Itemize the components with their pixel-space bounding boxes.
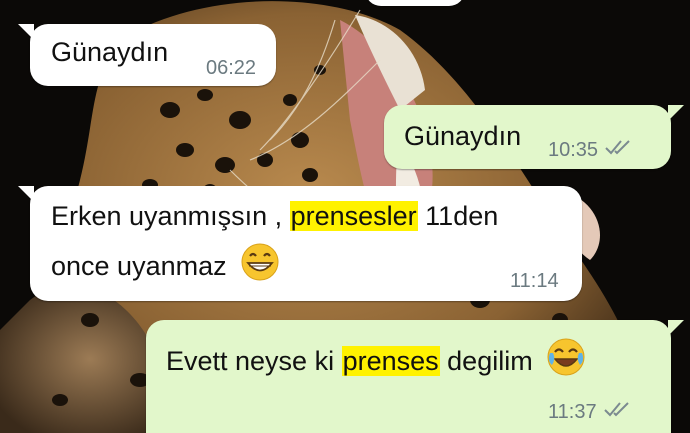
read-double-check-icon	[603, 400, 633, 424]
message-text: Erken uyanmışsın ,	[51, 201, 290, 231]
outgoing-message-bubble[interactable]: Günaydın 10:35	[384, 105, 671, 169]
timestamp-text: 06:22	[206, 57, 257, 79]
incoming-message-bubble[interactable]: Erken uyanmışsın , prensesler 11den once…	[30, 186, 582, 301]
outgoing-message-bubble[interactable]: Evett neyse ki prenses degilim 11:37	[146, 320, 671, 433]
bubble-tail	[18, 24, 34, 40]
timestamp-text: 11:37	[548, 400, 597, 423]
message-text: once uyanmaz	[51, 251, 227, 282]
grinning-face-icon	[240, 242, 280, 294]
bubble-tail	[668, 105, 684, 121]
message-timestamp: 10:35	[548, 138, 634, 162]
highlighted-word: prenses	[341, 346, 440, 377]
message-timestamp: 11:37	[548, 400, 633, 424]
message-timestamp: 11:14	[510, 270, 559, 293]
message-line-1: Erken uyanmışsın , prensesler 11den	[51, 195, 498, 237]
highlighted-word: prensesler	[289, 201, 418, 231]
timestamp-text: 11:14	[510, 270, 559, 292]
incoming-message-bubble[interactable]: Günaydın 06:22	[30, 24, 276, 86]
message-text: Günaydın	[51, 37, 169, 67]
message-text: Evett neyse ki	[166, 346, 342, 377]
message-text: 11den	[417, 201, 499, 231]
message-line-2: once uyanmaz	[51, 242, 280, 294]
message-text: Günaydın	[404, 121, 522, 151]
partial-message-bubble	[365, 0, 465, 6]
timestamp-text: 10:35	[548, 138, 599, 161]
bubble-tail	[668, 320, 684, 336]
bubble-tail	[18, 186, 34, 202]
tears-of-joy-icon	[546, 337, 586, 389]
message-timestamp: 06:22	[206, 57, 256, 80]
message-text-line: Evett neyse ki prenses degilim	[166, 337, 586, 389]
message-text: degilim	[439, 346, 533, 377]
read-double-check-icon	[604, 138, 634, 162]
